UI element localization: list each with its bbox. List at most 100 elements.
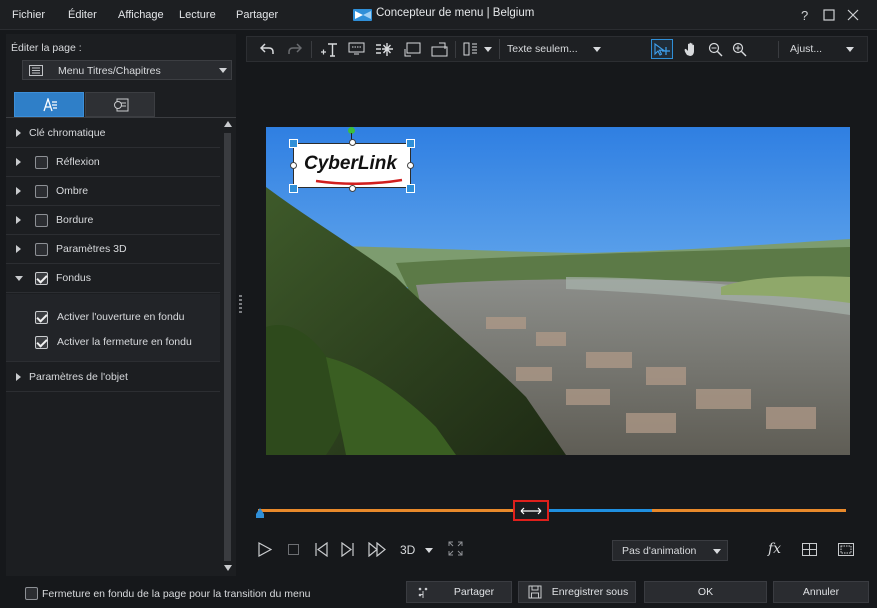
prop-label: Ombre bbox=[56, 185, 89, 197]
logo-text: CyberLink bbox=[304, 153, 397, 174]
layout-dropdown-icon[interactable] bbox=[482, 39, 494, 59]
ok-label: OK bbox=[697, 586, 714, 598]
expand-caret-icon bbox=[16, 216, 21, 224]
add-frame-icon[interactable] bbox=[402, 39, 422, 59]
resize-handle[interactable] bbox=[407, 162, 414, 169]
fade-menu-checkbox[interactable] bbox=[25, 587, 38, 600]
share-label: Partager bbox=[453, 586, 495, 598]
fast-forward-icon[interactable] bbox=[368, 542, 388, 557]
next-frame-icon[interactable] bbox=[341, 542, 355, 557]
menu-playback[interactable]: Lecture bbox=[179, 9, 216, 21]
toolbar-separator bbox=[778, 41, 779, 58]
grid-icon[interactable] bbox=[802, 543, 817, 556]
menu-edit[interactable]: Éditer bbox=[68, 9, 97, 21]
prop-reflection[interactable]: Réflexion bbox=[6, 148, 220, 177]
fullscreen-icon[interactable] bbox=[448, 541, 463, 556]
resize-handle[interactable] bbox=[406, 184, 415, 193]
resize-handle[interactable] bbox=[406, 139, 415, 148]
stop-icon[interactable] bbox=[288, 544, 299, 555]
redo-icon[interactable] bbox=[285, 39, 305, 59]
fx-button[interactable]: fx bbox=[768, 541, 781, 557]
cancel-button[interactable]: Annuler bbox=[773, 581, 869, 603]
tab-divider bbox=[6, 117, 236, 118]
layout-grid-icon[interactable] bbox=[461, 39, 479, 59]
playback-bar: 3D Pas d'animation fx bbox=[246, 533, 868, 567]
add-image-icon[interactable] bbox=[429, 39, 449, 59]
scroll-down-icon[interactable] bbox=[224, 565, 232, 571]
add-chapter-icon[interactable] bbox=[373, 39, 395, 59]
border-checkbox[interactable] bbox=[35, 214, 48, 227]
select-move-icon[interactable] bbox=[651, 39, 673, 59]
scrollbar-thumb[interactable] bbox=[224, 133, 231, 561]
menu-file[interactable]: Fichier bbox=[12, 9, 45, 21]
share-button[interactable]: Partager bbox=[406, 581, 512, 603]
resize-handle[interactable] bbox=[289, 184, 298, 193]
fades-checkbox[interactable] bbox=[35, 272, 48, 285]
fade-out-checkbox[interactable] bbox=[35, 336, 48, 349]
3d-dropdown-icon[interactable] bbox=[425, 548, 433, 553]
chevron-down-icon bbox=[593, 47, 601, 52]
prop-label: Fondus bbox=[56, 272, 92, 284]
shadow-checkbox[interactable] bbox=[35, 185, 48, 198]
prop-border[interactable]: Bordure bbox=[6, 206, 220, 235]
timeline-start-marker[interactable] bbox=[256, 508, 264, 518]
undo-icon[interactable] bbox=[257, 39, 277, 59]
save-icon bbox=[528, 585, 542, 599]
menu-share[interactable]: Partager bbox=[236, 9, 278, 21]
scroll-up-icon[interactable] bbox=[224, 121, 232, 127]
add-text-icon[interactable] bbox=[319, 39, 339, 59]
resize-handle[interactable] bbox=[290, 162, 297, 169]
previous-frame-icon[interactable] bbox=[314, 542, 328, 557]
tab-properties[interactable] bbox=[14, 92, 84, 117]
animation-value: Pas d'animation bbox=[622, 545, 697, 557]
resize-handle[interactable] bbox=[349, 139, 356, 146]
share-icon bbox=[416, 585, 430, 599]
prop-3d-settings[interactable]: Paramètres 3D bbox=[6, 235, 220, 264]
prop-object-params[interactable]: Paramètres de l'objet bbox=[6, 363, 220, 392]
close-icon[interactable] bbox=[847, 9, 859, 21]
3d-mode-button[interactable]: 3D bbox=[400, 543, 415, 557]
save-as-button[interactable]: Enregistrer sous bbox=[518, 581, 636, 603]
prop-label: Clé chromatique bbox=[29, 127, 106, 139]
safe-zone-icon[interactable] bbox=[838, 543, 854, 556]
timeline-marker-highlight[interactable] bbox=[513, 500, 549, 521]
zoom-in-icon[interactable] bbox=[729, 39, 749, 59]
menu-preview-image[interactable]: CyberLink bbox=[266, 127, 850, 455]
play-icon[interactable] bbox=[258, 542, 272, 557]
pan-hand-icon[interactable] bbox=[680, 39, 700, 59]
text-mode-select[interactable]: Texte seulem... bbox=[499, 39, 605, 59]
expand-caret-icon bbox=[16, 158, 21, 166]
toolbar-separator bbox=[455, 41, 456, 58]
menu-timeline[interactable] bbox=[256, 500, 848, 521]
objects-tab-icon bbox=[113, 98, 129, 112]
animation-select[interactable]: Pas d'animation bbox=[612, 540, 728, 561]
3d-settings-checkbox[interactable] bbox=[35, 243, 48, 256]
editor-toolbar: Texte seulem... Ajust... bbox=[246, 36, 868, 62]
resize-handle[interactable] bbox=[349, 185, 356, 192]
tab-objects[interactable] bbox=[85, 92, 155, 117]
prop-fades[interactable]: Fondus bbox=[6, 264, 220, 293]
zoom-out-icon[interactable] bbox=[705, 39, 725, 59]
prop-chroma-key[interactable]: Clé chromatique bbox=[6, 119, 220, 148]
toolbar-separator bbox=[311, 41, 312, 58]
cyberlink-logo-object[interactable]: CyberLink bbox=[293, 143, 411, 188]
menu-view[interactable]: Affichage bbox=[118, 9, 164, 21]
prop-label: Bordure bbox=[56, 214, 94, 226]
resize-handle[interactable] bbox=[289, 139, 298, 148]
panel-splitter[interactable] bbox=[239, 295, 242, 315]
zoom-fit-select[interactable]: Ajust... bbox=[783, 39, 863, 59]
help-button[interactable]: ? bbox=[801, 8, 808, 23]
add-button-icon[interactable] bbox=[346, 39, 366, 59]
page-select[interactable]: Menu Titres/Chapitres bbox=[22, 60, 232, 80]
footer-bar: Fermeture en fondu de la page pour la tr… bbox=[0, 578, 877, 608]
maximize-icon[interactable] bbox=[823, 9, 835, 21]
text-mode-value: Texte seulem... bbox=[507, 43, 578, 55]
scrollbar[interactable] bbox=[222, 119, 234, 576]
reflection-checkbox[interactable] bbox=[35, 156, 48, 169]
page-list-icon bbox=[29, 65, 43, 76]
fade-menu-label: Fermeture en fondu de la page pour la tr… bbox=[42, 588, 311, 600]
fade-in-checkbox[interactable] bbox=[35, 311, 48, 324]
prop-shadow[interactable]: Ombre bbox=[6, 177, 220, 206]
prop-label: Paramètres de l'objet bbox=[29, 371, 128, 383]
ok-button[interactable]: OK bbox=[644, 581, 767, 603]
